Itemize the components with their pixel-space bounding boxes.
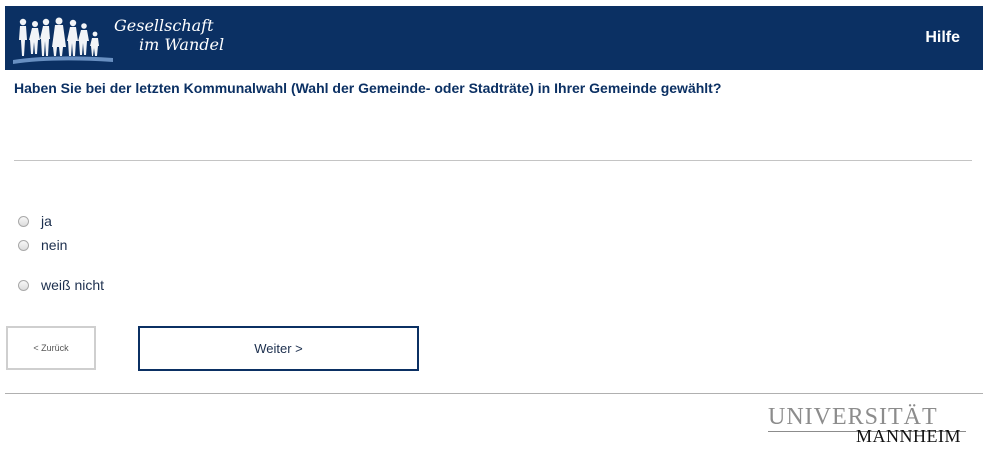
radio-button[interactable] — [18, 279, 29, 291]
option-label: nein — [41, 237, 68, 253]
help-link[interactable]: Hilfe — [925, 29, 960, 47]
university-logo-line2: MANNHEIM — [856, 426, 961, 446]
survey-logo: Gesellschaft im Wandel — [13, 14, 253, 66]
people-silhouettes-icon — [13, 17, 113, 64]
back-button[interactable]: < Zurück — [6, 326, 96, 370]
university-logo: UNIVERSITÄT MANNHEIM — [768, 404, 973, 448]
logo-title-line1: Gesellschaft — [114, 16, 214, 35]
radio-button[interactable] — [18, 215, 29, 227]
option-label: ja — [41, 213, 52, 229]
option-nein[interactable]: nein — [18, 237, 67, 253]
logo-title-line2: im Wandel — [139, 35, 225, 54]
footer-divider — [5, 393, 983, 394]
question-text: Haben Sie bei der letzten Kommunalwahl (… — [14, 80, 722, 96]
question-divider — [14, 160, 972, 161]
option-ja[interactable]: ja — [18, 213, 52, 229]
header-bar: Gesellschaft im Wandel Hilfe — [5, 6, 983, 70]
next-button[interactable]: Weiter > — [138, 326, 419, 371]
option-label: weiß nicht — [41, 277, 105, 293]
radio-button[interactable] — [18, 239, 29, 251]
option-weiss-nicht[interactable]: weiß nicht — [18, 277, 104, 293]
